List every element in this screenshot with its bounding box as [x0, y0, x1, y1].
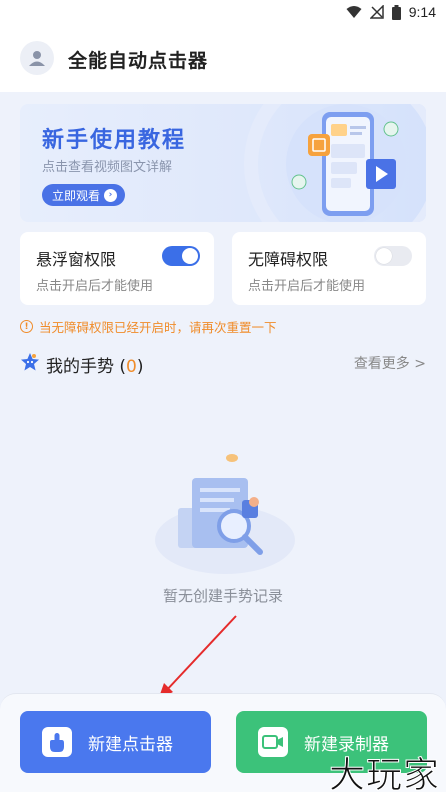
status-icons: 9:14 [346, 4, 436, 20]
watch-now-button[interactable]: 立即观看 › [42, 184, 126, 206]
no-signal-icon [369, 5, 384, 19]
accessibility-permission-desc: 点击开启后才能使用 [248, 279, 366, 294]
phone-illustration [244, 104, 426, 222]
watermark-text: 大玩家 [328, 755, 440, 792]
toggle-knob [376, 248, 392, 264]
gesture-count-close: ) [136, 357, 144, 377]
overlay-permission-desc: 点击开启后才能使用 [36, 279, 154, 294]
warning-icon: ! [20, 320, 33, 333]
status-bar: 9:14 [0, 0, 446, 26]
chevron-right-icon: › [104, 188, 118, 202]
status-time: 9:14 [408, 4, 436, 20]
accessibility-permission-toggle[interactable] [374, 246, 412, 266]
avatar[interactable] [20, 41, 54, 75]
star-icon [21, 353, 39, 371]
empty-document-illustration [155, 454, 295, 574]
gesture-count: 0 [126, 357, 137, 377]
empty-state-text: 暂无创建手势记录 [162, 587, 283, 605]
accessibility-permission-card[interactable]: 无障碍权限 点击开启后才能使用 [232, 232, 426, 305]
warning-message: ! 当无障碍权限已经开启时，请再次重置一下 [20, 317, 277, 336]
app-header: 全能自动点击器 [0, 26, 446, 92]
overlay-permission-title: 悬浮窗权限 [36, 250, 117, 269]
overlay-permission-toggle[interactable] [162, 246, 200, 266]
user-icon [29, 51, 45, 66]
my-gestures-header: 我的手势 (0) 查看更多 > [20, 350, 426, 377]
tap-hand-icon [42, 727, 72, 757]
overlay-permission-card[interactable]: 悬浮窗权限 点击开启后才能使用 [20, 232, 214, 305]
my-gestures-label: 我的手势 [46, 357, 114, 377]
new-clicker-label: 新建点击器 [88, 734, 173, 755]
video-camera-icon [258, 727, 288, 757]
banner-title: 新手使用教程 [42, 128, 187, 153]
new-clicker-button[interactable]: 新建点击器 [20, 711, 211, 773]
banner-subtitle: 点击查看视频图文详解 [42, 160, 173, 175]
view-more-link[interactable]: 查看更多 > [354, 353, 426, 373]
toggle-knob [182, 248, 198, 264]
warning-text: 当无障碍权限已经开启时，请再次重置一下 [39, 320, 277, 335]
app-title: 全能自动点击器 [68, 50, 209, 72]
wifi-icon [346, 6, 362, 18]
tutorial-banner[interactable]: 新手使用教程 点击查看视频图文详解 立即观看 › [20, 104, 426, 222]
battery-icon [391, 4, 401, 20]
my-gestures-title: 我的手势 (0) [46, 352, 144, 377]
accessibility-permission-title: 无障碍权限 [248, 250, 329, 269]
watch-now-label: 立即观看 [52, 188, 101, 203]
